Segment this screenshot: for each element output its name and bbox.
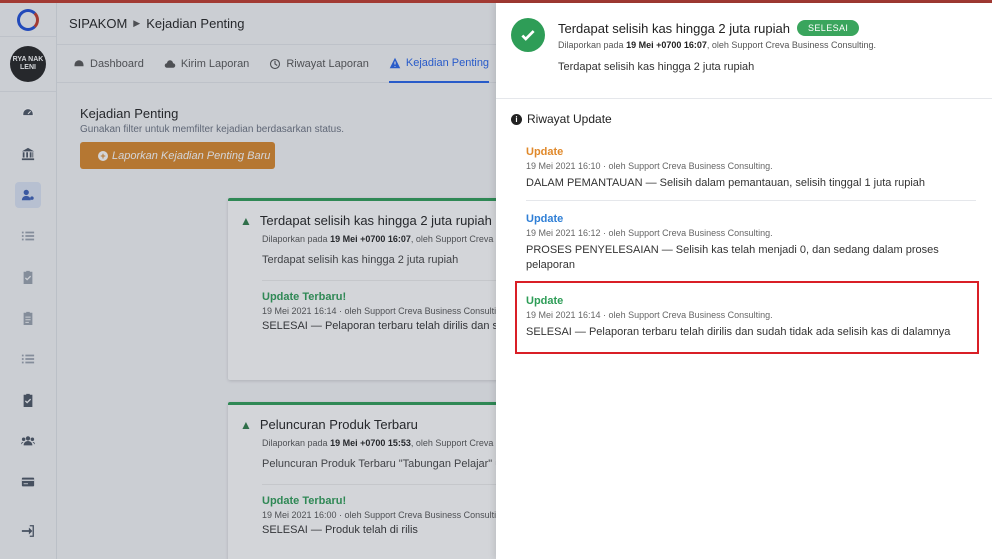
divider	[262, 484, 518, 485]
logo-icon	[17, 8, 39, 31]
list-alt-icon	[21, 354, 35, 363]
incident-desc: Terdapat selisih kas hingga 2 juta rupia…	[262, 254, 459, 266]
clipboard-check-icon	[23, 270, 33, 284]
clipboard-icon	[23, 311, 33, 325]
user-settings-icon	[21, 189, 34, 200]
meta-suffix: , oleh Support Creva Business Consulting…	[706, 40, 876, 50]
update-meta: 19 Mei 2021 16:00 · oleh Support Creva B…	[262, 510, 509, 520]
chevron-right-icon: ▶	[133, 18, 141, 28]
sidebar-item-card[interactable]	[0, 461, 56, 502]
drawer-desc: Terdapat selisih kas hingga 2 juta rupia…	[558, 61, 755, 73]
tab-riwayat-laporan[interactable]: Riwayat Laporan	[269, 45, 369, 83]
plus-icon: +	[98, 150, 108, 161]
add-incident-button[interactable]: + Laporkan Kejadian Penting Baru	[80, 142, 275, 169]
incident-card[interactable]: ▲ Peluncuran Produk Terbaru Dilaporkan pa…	[228, 402, 518, 559]
update-status: SELESAI	[262, 524, 308, 536]
card-icon	[21, 477, 35, 486]
tab-label: Dashboard	[90, 57, 144, 70]
entry-label: Update	[526, 213, 564, 225]
incident-title: Peluncuran Produk Terbaru	[259, 417, 418, 432]
meta-prefix: Dilaporkan pada	[558, 40, 624, 50]
update-status: SELESAI	[262, 320, 308, 332]
divider	[262, 280, 518, 281]
add-incident-label: Laporkan Kejadian Penting Baru	[112, 149, 271, 162]
meta-date: 19 Mei +0700 16:07	[330, 234, 411, 244]
update-label: Update Terbaru!	[262, 291, 347, 303]
entry-text: — Selisih dalam pemantauan, selisih ting…	[642, 177, 926, 189]
check-circle-icon	[511, 18, 545, 52]
history-entry: Update 19 Mei 2021 16:10 · oleh Support …	[526, 146, 976, 191]
sidebar-item-clipboard-check[interactable]	[0, 256, 56, 297]
sidebar-item-dashboard[interactable]	[0, 92, 56, 133]
incident-title: Terdapat selisih kas hingga 2 juta rupia…	[259, 213, 492, 228]
entry-status: PROSES PENYELESAIAN	[526, 244, 659, 256]
highlight-box	[515, 281, 979, 354]
warning-icon	[389, 57, 401, 68]
meta-date: 19 Mei +0700 16:07	[626, 40, 707, 50]
sidebar-item-users-settings[interactable]	[0, 174, 56, 215]
warning-icon: ▲	[240, 213, 252, 228]
page-subtitle: Gunakan filter untuk memfilter kejadian …	[80, 124, 345, 135]
bank-icon	[21, 147, 35, 160]
incident-desc: Peluncuran Produk Terbaru "Tabungan Pela…	[262, 458, 518, 470]
history-title: Riwayat Update	[527, 112, 612, 126]
sidebar-item-clipboard-list[interactable]	[0, 379, 56, 420]
entry-status: DALAM PEMANTAUAN	[526, 177, 643, 189]
breadcrumb-app[interactable]: SIPAKOM	[69, 16, 127, 31]
list-icon	[21, 231, 35, 240]
update-label: Update Terbaru!	[262, 495, 347, 507]
incident-card[interactable]: ▲ Terdapat selisih kas hingga 2 juta rupi…	[228, 198, 518, 380]
meta-prefix: Dilaporkan pada	[262, 234, 328, 244]
drawer-header: Terdapat selisih kas hingga 2 juta rupia…	[496, 3, 992, 99]
tab-label: Riwayat Laporan	[286, 57, 369, 70]
tab-kejadian-penting[interactable]: Kejadian Penting	[388, 45, 490, 83]
users-icon	[21, 435, 35, 445]
meta-date: 19 Mei +0700 15:53	[330, 438, 411, 448]
update-text: — Produk telah di rilis	[307, 524, 418, 536]
sidebar-item-list-alt[interactable]	[0, 338, 56, 379]
clipboard-list-icon	[23, 393, 33, 407]
history-entry: Update 19 Mei 2021 16:12 · oleh Support …	[526, 213, 976, 273]
divider	[526, 200, 976, 201]
tab-label: Kirim Laporan	[180, 57, 250, 70]
entry-meta: 19 Mei 2021 16:12 · oleh Support Creva B…	[526, 228, 773, 238]
meta-prefix: Dilaporkan pada	[262, 438, 328, 448]
history-icon	[270, 58, 281, 69]
dashboard-icon	[74, 59, 84, 66]
logout-icon	[21, 524, 34, 537]
cloud-upload-icon	[164, 59, 176, 68]
entry-label: Update	[526, 146, 564, 158]
drawer-title: Terdapat selisih kas hingga 2 juta rupia…	[558, 20, 790, 36]
sidebar-item-bank[interactable]	[0, 133, 56, 174]
app-logo[interactable]	[0, 3, 56, 37]
history-heading: i Riwayat Update	[511, 112, 612, 126]
avatar[interactable]: RYA NAK LENI	[10, 46, 46, 82]
status-badge: SELESAI	[796, 20, 860, 36]
info-icon: i	[511, 113, 522, 125]
update-text: — Pelaporan terbaru telah dirilis dan su…	[310, 320, 518, 332]
sidebar-item-logout[interactable]	[0, 510, 56, 551]
breadcrumb-page: Kejadian Penting	[146, 16, 245, 31]
entry-meta: 19 Mei 2021 16:10 · oleh Support Creva B…	[526, 161, 773, 171]
sidebar-item-list[interactable]	[0, 215, 56, 256]
warning-icon: ▲	[240, 417, 252, 432]
sidebar: RYA NAK LENI	[0, 3, 57, 559]
update-meta: 19 Mei 2021 16:14 · oleh Support Creva B…	[262, 306, 509, 316]
page-title: Kejadian Penting	[80, 106, 179, 121]
tab-kirim-laporan[interactable]: Kirim Laporan	[164, 45, 249, 83]
tab-dashboard[interactable]: Dashboard	[73, 45, 144, 83]
user-avatar-area: RYA NAK LENI	[0, 37, 56, 92]
tab-label: Kejadian Penting	[405, 56, 490, 69]
sidebar-item-clipboard[interactable]	[0, 297, 56, 338]
sidebar-item-users[interactable]	[0, 420, 56, 461]
dashboard-icon	[22, 107, 34, 116]
